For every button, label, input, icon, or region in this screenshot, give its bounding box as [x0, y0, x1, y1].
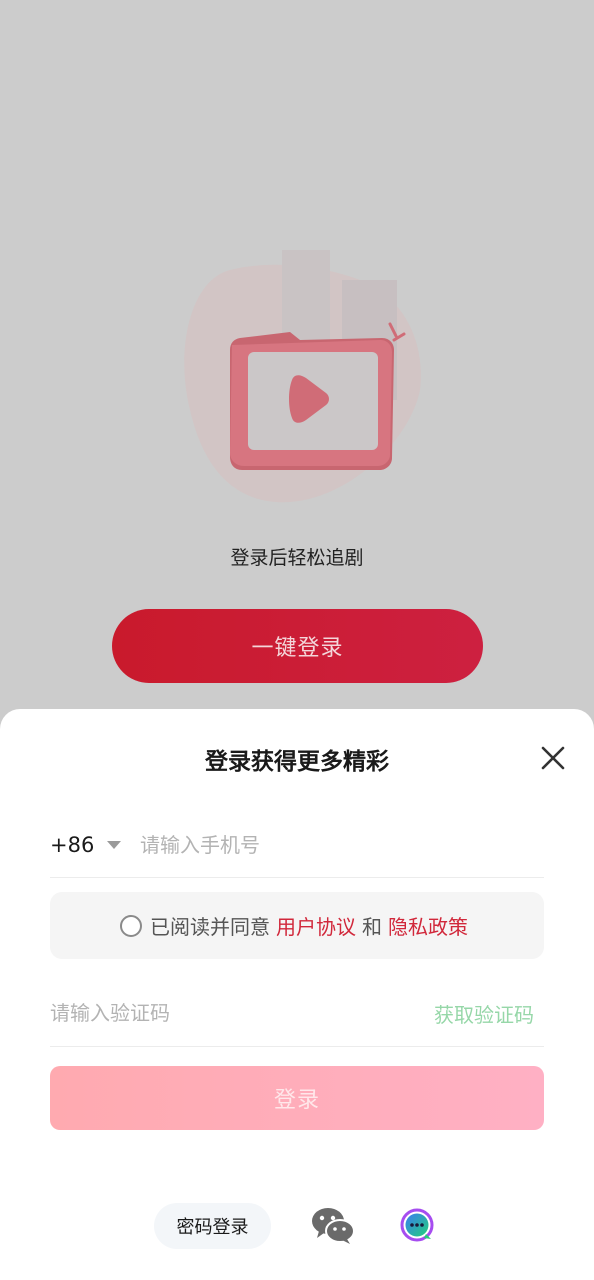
agreement-box: 已阅读并同意 用户协议 和 隐私政策 [50, 892, 544, 959]
close-icon[interactable] [537, 742, 569, 774]
get-code-button[interactable]: 获取验证码 [434, 999, 534, 1028]
chat-bubble-icon[interactable] [400, 1208, 434, 1242]
hero-tagline: 登录后轻松追剧 [230, 547, 364, 569]
country-code-selector[interactable]: +86 [50, 833, 94, 857]
privacy-policy-link[interactable]: 隐私政策 [388, 911, 468, 940]
verification-code-row: 获取验证码 [50, 989, 544, 1047]
one-click-login-button[interactable]: 一键登录 [112, 609, 483, 683]
phone-input-row: +86 [50, 821, 544, 878]
user-agreement-link[interactable]: 用户协议 [276, 911, 356, 940]
wechat-icon[interactable] [311, 1207, 355, 1245]
verification-code-input[interactable] [50, 995, 380, 1031]
sheet-title: 登录获得更多精彩 [205, 749, 389, 775]
login-button[interactable]: 登录 [50, 1066, 544, 1130]
agreement-prefix: 已阅读并同意 [150, 915, 270, 939]
background-page: 登录后轻松追剧 一键登录 [0, 0, 594, 720]
login-bottom-sheet: 登录获得更多精彩 +86 已阅读并同意 用户协议 和 隐私政策 获取验证码 登录… [0, 709, 594, 1280]
agree-radio[interactable] [120, 914, 142, 937]
password-login-button[interactable]: 密码登录 [154, 1203, 271, 1249]
video-folder-illustration [184, 250, 421, 503]
phone-number-input[interactable] [140, 827, 540, 863]
caret-down-icon[interactable] [106, 840, 122, 850]
agreement-and-text: 和 [362, 915, 382, 939]
